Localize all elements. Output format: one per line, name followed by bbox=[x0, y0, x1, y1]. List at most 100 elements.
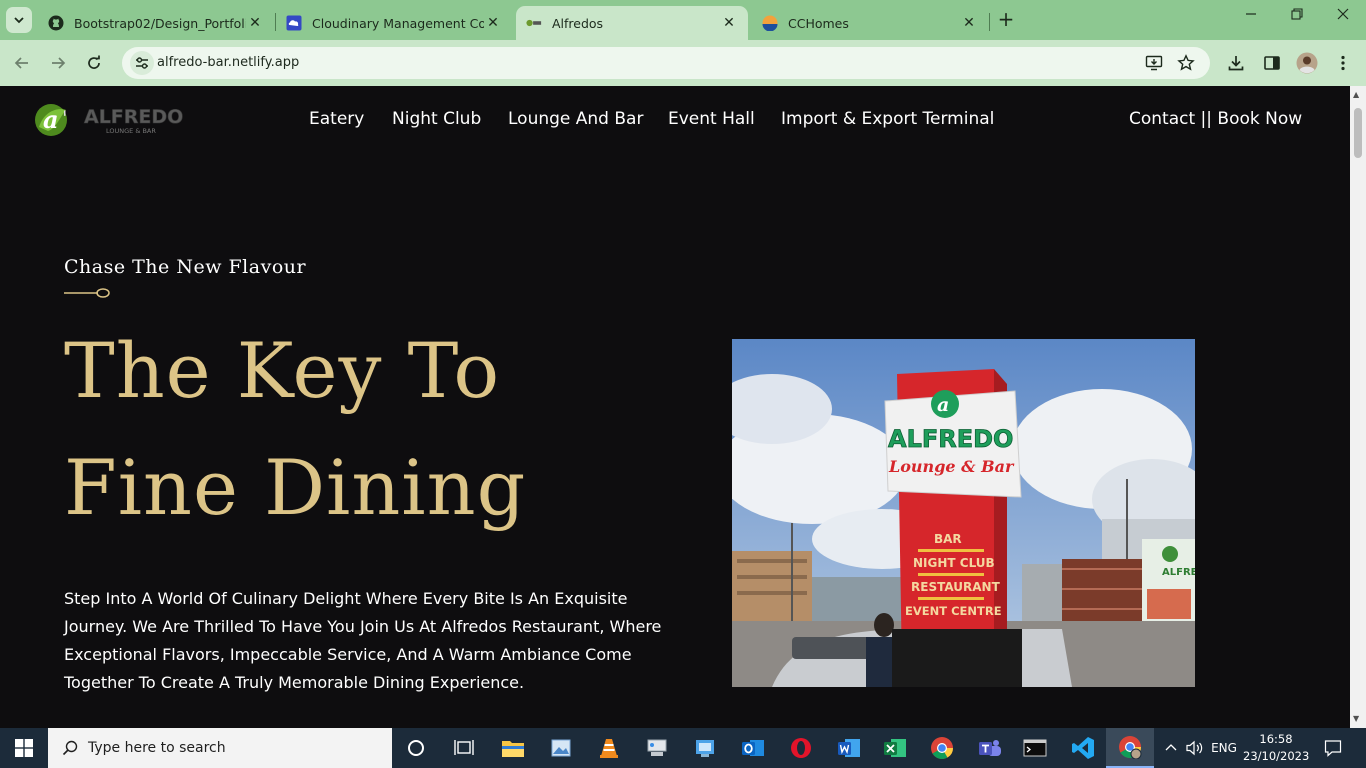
hero-eyebrow: Chase The New Flavour bbox=[64, 256, 307, 278]
minimize-button[interactable] bbox=[1228, 8, 1274, 32]
svg-text:ALFREDO: ALFREDO bbox=[84, 106, 183, 128]
sign-tagline-text: Lounge & Bar bbox=[888, 457, 1015, 476]
scroll-up-icon[interactable]: ▲ bbox=[1353, 90, 1359, 99]
search-icon bbox=[62, 740, 78, 756]
language-indicator[interactable]: ENG bbox=[1208, 728, 1240, 768]
windows-logo-icon bbox=[15, 739, 33, 757]
contact-book-now-link[interactable]: Contact || Book Now bbox=[1129, 109, 1302, 129]
volume-button[interactable] bbox=[1183, 728, 1207, 768]
spoon-divider-icon bbox=[64, 288, 110, 298]
tab-title: Alfredos bbox=[552, 15, 604, 31]
cortana-button[interactable] bbox=[392, 728, 440, 768]
word-button[interactable] bbox=[825, 728, 873, 768]
site-settings-button[interactable] bbox=[130, 51, 154, 75]
show-hidden-icons-button[interactable] bbox=[1160, 728, 1182, 768]
tab-search-button[interactable] bbox=[6, 7, 32, 33]
page-viewport: a ' ALFREDO LOUNGE & BAR Eatery Night Cl… bbox=[0, 86, 1350, 728]
cchomes-icon bbox=[762, 15, 778, 31]
cortana-icon bbox=[408, 740, 424, 756]
site-logo[interactable]: a ' ALFREDO LOUNGE & BAR bbox=[34, 99, 184, 141]
hero-headline-line-1: The Key To bbox=[64, 326, 501, 415]
control-panel-icon bbox=[696, 740, 714, 757]
taskbar-search[interactable]: Type here to search bbox=[48, 728, 392, 768]
sign-service-bar: BAR bbox=[934, 532, 962, 546]
excel-button[interactable] bbox=[871, 728, 919, 768]
sign-service-event-centre: EVENT CENTRE bbox=[905, 604, 1002, 618]
notifications-button[interactable] bbox=[1318, 728, 1348, 768]
restore-button[interactable] bbox=[1274, 8, 1320, 32]
side-panel-icon[interactable] bbox=[1261, 52, 1283, 74]
alfredos-favicon bbox=[526, 15, 542, 31]
word-icon bbox=[838, 739, 860, 757]
vlc-icon bbox=[600, 739, 618, 758]
tune-icon bbox=[136, 57, 148, 69]
more-menu-icon[interactable] bbox=[1332, 52, 1354, 74]
control-panel-button[interactable] bbox=[681, 728, 729, 768]
chrome-active-button[interactable] bbox=[1106, 728, 1154, 768]
tab-design-portfolio[interactable]: Bootstrap02/Design_Portfolio ✕ bbox=[38, 6, 274, 40]
close-window-button[interactable] bbox=[1320, 8, 1366, 32]
close-icon[interactable]: ✕ bbox=[960, 15, 978, 31]
nav-link-import-export[interactable]: Import & Export Terminal bbox=[781, 109, 994, 129]
notification-icon bbox=[1324, 740, 1342, 757]
clock-date: 23/10/2023 bbox=[1243, 749, 1310, 763]
scrollbar-thumb[interactable] bbox=[1354, 108, 1362, 158]
outlook-icon bbox=[742, 740, 764, 756]
photos-icon bbox=[551, 739, 571, 757]
reload-button[interactable] bbox=[82, 51, 106, 75]
forward-button[interactable] bbox=[46, 51, 70, 75]
terminal-button[interactable] bbox=[1011, 728, 1059, 768]
chevron-up-icon bbox=[1165, 744, 1177, 751]
svg-text:LOUNGE & BAR: LOUNGE & BAR bbox=[106, 127, 156, 135]
close-icon[interactable]: ✕ bbox=[484, 15, 502, 31]
install-app-icon[interactable] bbox=[1144, 53, 1164, 73]
chevron-down-icon bbox=[14, 17, 24, 24]
tab-cchomes[interactable]: CCHomes ✕ bbox=[752, 6, 988, 40]
start-button[interactable] bbox=[0, 728, 48, 768]
hero-headline-line-2: Fine Dining bbox=[64, 443, 527, 532]
file-explorer-button[interactable] bbox=[489, 728, 537, 768]
close-icon[interactable]: ✕ bbox=[720, 15, 738, 31]
tab-cloudinary[interactable]: Cloudinary Management Cons ✕ bbox=[276, 6, 512, 40]
bookmark-star-icon[interactable] bbox=[1176, 53, 1196, 73]
teams-button[interactable] bbox=[966, 728, 1014, 768]
browser-toolbar: alfredo-bar.netlify.app bbox=[0, 40, 1366, 86]
photos-app-button[interactable] bbox=[537, 728, 585, 768]
close-icon bbox=[1337, 8, 1349, 20]
vscode-button[interactable] bbox=[1059, 728, 1107, 768]
vlc-button[interactable] bbox=[585, 728, 633, 768]
nav-link-event-hall[interactable]: Event Hall bbox=[668, 109, 755, 129]
chrome-button[interactable] bbox=[918, 728, 966, 768]
profile-avatar[interactable] bbox=[1296, 52, 1318, 74]
sign-service-restaurant: RESTAURANT bbox=[911, 580, 1001, 594]
chrome-profile-icon bbox=[1119, 736, 1142, 759]
downloads-icon[interactable] bbox=[1225, 52, 1247, 74]
tab-title: CCHomes bbox=[788, 15, 849, 31]
new-tab-button[interactable]: + bbox=[994, 8, 1018, 32]
scroll-down-icon[interactable]: ▼ bbox=[1353, 714, 1359, 723]
tab-alfredos[interactable]: Alfredos ✕ bbox=[516, 6, 748, 40]
reload-icon bbox=[88, 55, 100, 69]
nav-link-night-club[interactable]: Night Club bbox=[392, 109, 481, 129]
address-bar[interactable]: alfredo-bar.netlify.app bbox=[122, 47, 1210, 79]
close-icon[interactable]: ✕ bbox=[246, 15, 264, 31]
svg-text:a: a bbox=[937, 394, 949, 416]
back-button[interactable] bbox=[10, 51, 34, 75]
opera-button[interactable] bbox=[777, 728, 825, 768]
task-view-icon bbox=[454, 740, 474, 755]
network-app-button[interactable] bbox=[633, 728, 681, 768]
task-view-button[interactable] bbox=[440, 728, 488, 768]
minimize-icon bbox=[1246, 13, 1256, 15]
excel-icon bbox=[884, 739, 906, 757]
teams-icon bbox=[979, 740, 1001, 756]
sign-service-night-club: NIGHT CLUB bbox=[913, 556, 995, 570]
nav-link-lounge-and-bar[interactable]: Lounge And Bar bbox=[508, 109, 643, 129]
outlook-button[interactable] bbox=[729, 728, 777, 768]
vscode-icon bbox=[1072, 737, 1094, 759]
page-scrollbar[interactable]: ▲ ▼ bbox=[1350, 86, 1366, 728]
hero-paragraph: Step Into A World Of Culinary Delight Wh… bbox=[64, 589, 662, 692]
url-text[interactable]: alfredo-bar.netlify.app bbox=[157, 55, 299, 70]
nav-link-eatery[interactable]: Eatery bbox=[309, 109, 364, 129]
chrome-icon bbox=[931, 737, 953, 759]
system-clock[interactable]: 16:58 23/10/2023 bbox=[1243, 731, 1309, 765]
